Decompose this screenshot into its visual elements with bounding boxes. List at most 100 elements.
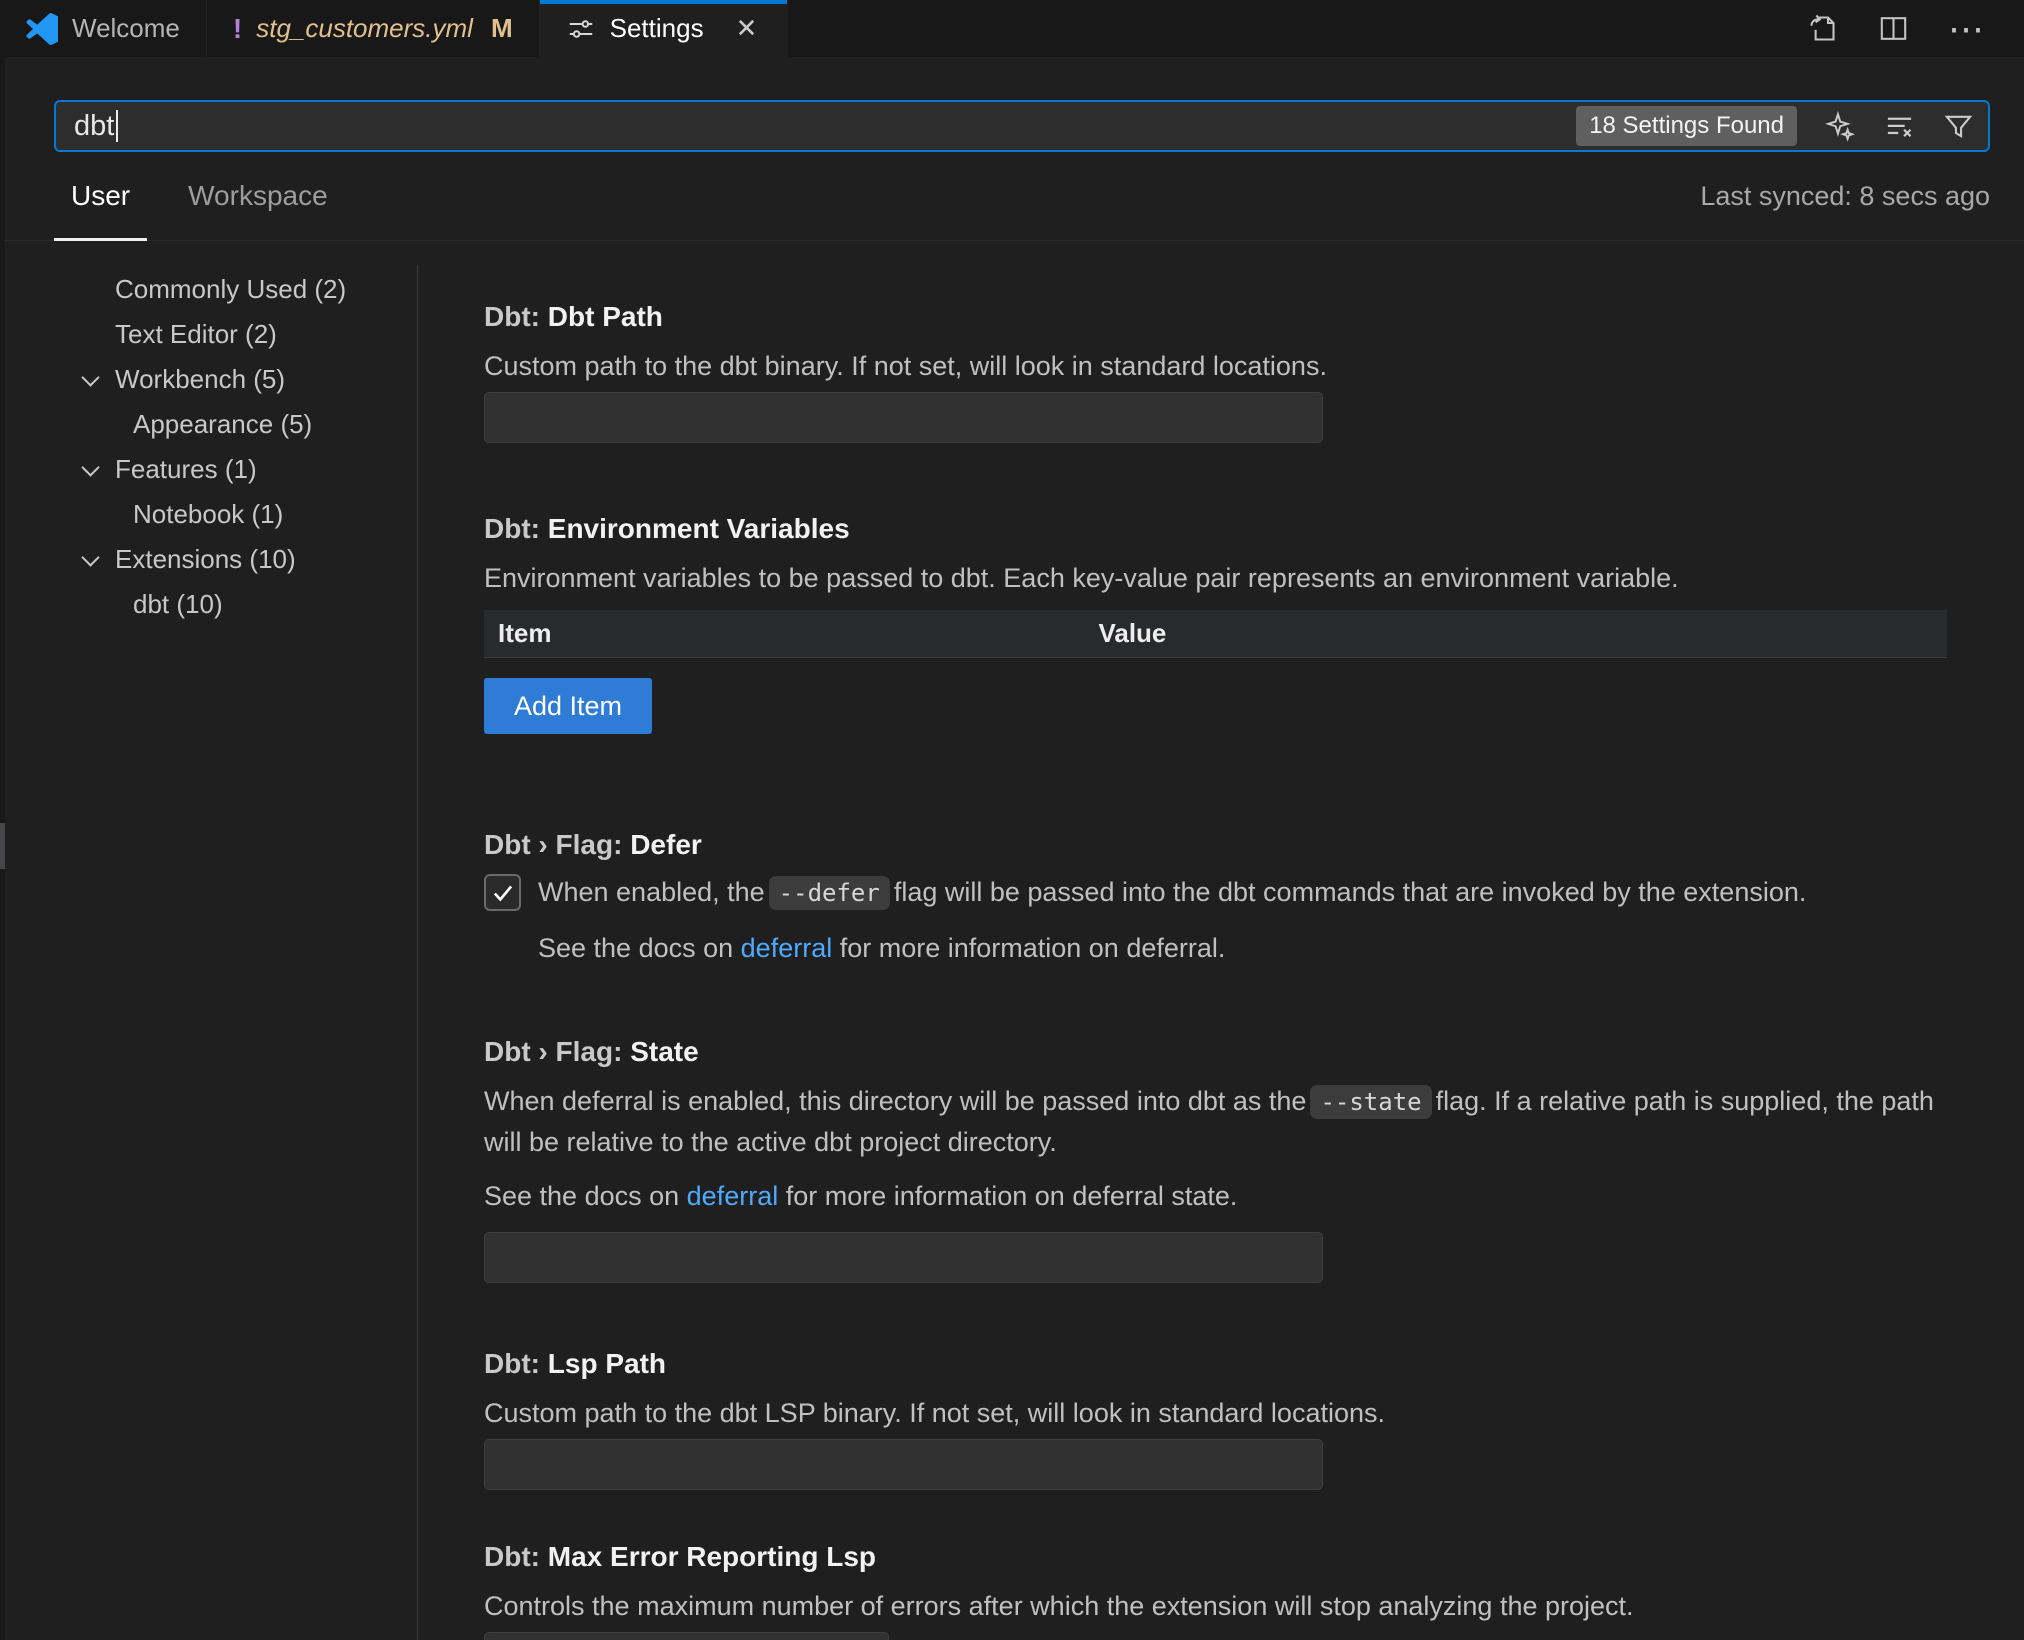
problem-indicator-icon: ! bbox=[233, 13, 242, 45]
toc-text-editor[interactable]: Text Editor (2) bbox=[0, 312, 417, 357]
toc-extensions[interactable]: Extensions (10) bbox=[0, 537, 417, 582]
toc-dbt[interactable]: dbt (10) bbox=[0, 582, 417, 627]
setting-prefix: Dbt › Flag: bbox=[484, 1036, 630, 1067]
scope-tab-workspace[interactable]: Workspace bbox=[171, 152, 345, 240]
close-tab-icon[interactable]: ✕ bbox=[732, 11, 762, 46]
ai-sparkle-icon[interactable] bbox=[1825, 111, 1856, 142]
scope-tab-user-label: User bbox=[71, 180, 130, 212]
tab-welcome[interactable]: Welcome bbox=[0, 0, 207, 57]
setting-prefix: Dbt: bbox=[484, 301, 548, 332]
setting-name: Max Error Reporting Lsp bbox=[548, 1541, 876, 1572]
setting-title: Dbt: Lsp Path bbox=[484, 1347, 1947, 1381]
setting-title: Dbt › Flag: State bbox=[484, 1035, 1947, 1069]
setting-description: When enabled, the--deferflag will be pas… bbox=[538, 872, 1806, 914]
toc-item-label: Workbench (5) bbox=[115, 364, 285, 395]
description-text: flag will be passed into the dbt command… bbox=[894, 877, 1807, 907]
setting-name: State bbox=[630, 1036, 698, 1067]
toc-item-label: Appearance (5) bbox=[133, 409, 312, 440]
open-changes-icon[interactable] bbox=[1806, 12, 1839, 45]
setting-name: Environment Variables bbox=[548, 513, 850, 544]
settings-sliders-icon bbox=[566, 14, 596, 44]
split-editor-icon[interactable] bbox=[1877, 12, 1910, 45]
code-chip: --defer bbox=[769, 876, 890, 910]
docs-text: See the docs on bbox=[538, 933, 741, 963]
tab-settings-label: Settings bbox=[610, 13, 704, 44]
setting-prefix: Dbt: bbox=[484, 1348, 548, 1379]
toc-item-label: Features (1) bbox=[115, 454, 257, 485]
flag-state-input[interactable] bbox=[484, 1232, 1323, 1283]
settings-body: Commonly Used (2) Text Editor (2) Workbe… bbox=[0, 241, 2024, 1640]
docs-text: for more information on deferral state. bbox=[778, 1181, 1237, 1211]
chevron-down-icon bbox=[81, 548, 99, 566]
settings-search-input[interactable]: dbt 18 Settings Found bbox=[54, 100, 1990, 152]
setting-flag-state: Dbt › Flag: State When deferral is enabl… bbox=[484, 1035, 1947, 1283]
toc-workbench[interactable]: Workbench (5) bbox=[0, 357, 417, 402]
chevron-down-icon bbox=[81, 458, 99, 476]
setting-prefix: Dbt: bbox=[484, 513, 548, 544]
last-synced-status: Last synced: 8 secs ago bbox=[1700, 181, 1990, 212]
docs-line: See the docs on deferral for more inform… bbox=[484, 1176, 1947, 1216]
text-caret bbox=[116, 110, 118, 142]
lsp-path-input[interactable] bbox=[484, 1439, 1323, 1490]
toc-item-label: Text Editor (2) bbox=[115, 319, 277, 350]
scope-tab-workspace-label: Workspace bbox=[188, 180, 328, 212]
env-table-header: Item Value bbox=[484, 610, 1947, 658]
tab-stg-customers[interactable]: ! stg_customers.yml M bbox=[207, 0, 540, 57]
description-text: When deferral is enabled, this directory… bbox=[484, 1086, 1306, 1116]
toc-appearance[interactable]: Appearance (5) bbox=[0, 402, 417, 447]
setting-lsp-path: Dbt: Lsp Path Custom path to the dbt LSP… bbox=[484, 1347, 1947, 1490]
toc-item-label: dbt (10) bbox=[133, 589, 223, 620]
tab-welcome-label: Welcome bbox=[72, 13, 180, 44]
dbt-path-input[interactable] bbox=[484, 392, 1323, 443]
toc-features[interactable]: Features (1) bbox=[0, 447, 417, 492]
setting-name: Defer bbox=[630, 829, 702, 860]
scrollbar-thumb[interactable] bbox=[0, 823, 5, 869]
toc-item-label: Notebook (1) bbox=[133, 499, 283, 530]
search-value: dbt bbox=[74, 110, 114, 143]
setting-description: Custom path to the dbt LSP binary. If no… bbox=[484, 1393, 1947, 1433]
setting-name: Dbt Path bbox=[548, 301, 663, 332]
clear-filters-icon[interactable] bbox=[1884, 111, 1915, 142]
column-header-item: Item bbox=[484, 618, 1098, 649]
scope-tab-user[interactable]: User bbox=[54, 152, 147, 240]
left-edge-gutter bbox=[0, 57, 5, 1640]
toc-commonly-used[interactable]: Commonly Used (2) bbox=[0, 267, 417, 312]
setting-prefix: Dbt › Flag: bbox=[484, 829, 630, 860]
defer-checkbox[interactable] bbox=[484, 874, 521, 911]
env-variables-table: Item Value bbox=[484, 610, 1947, 658]
vscode-logo-icon bbox=[26, 13, 58, 45]
add-item-button[interactable]: Add Item bbox=[484, 678, 652, 734]
setting-description: Environment variables to be passed to db… bbox=[484, 558, 1947, 598]
defer-checkbox-row: When enabled, the--deferflag will be pas… bbox=[484, 872, 1947, 914]
more-actions-icon[interactable]: ⋯ bbox=[1948, 12, 1986, 45]
tab-settings[interactable]: Settings ✕ bbox=[540, 0, 789, 57]
description-text: When enabled, the bbox=[538, 877, 765, 907]
deferral-docs-link[interactable]: deferral bbox=[687, 1181, 779, 1211]
setting-title: Dbt › Flag: Defer bbox=[484, 828, 1947, 862]
search-controls: 18 Settings Found bbox=[1576, 106, 1974, 146]
max-error-reporting-input[interactable] bbox=[484, 1632, 889, 1640]
setting-flag-defer: Dbt › Flag: Defer When enabled, the--def… bbox=[484, 828, 1947, 968]
setting-prefix: Dbt: bbox=[484, 1541, 548, 1572]
check-icon bbox=[490, 880, 516, 906]
settings-toc: Commonly Used (2) Text Editor (2) Workbe… bbox=[0, 241, 417, 1640]
setting-description: Custom path to the dbt binary. If not se… bbox=[484, 346, 1947, 386]
settings-search-row: dbt 18 Settings Found bbox=[0, 57, 2024, 152]
editor-actions: ⋯ bbox=[1806, 0, 2024, 57]
docs-text: for more information on deferral. bbox=[832, 933, 1225, 963]
setting-environment-variables: Dbt: Environment Variables Environment v… bbox=[484, 512, 1947, 734]
tab-stg-customers-label: stg_customers.yml bbox=[256, 13, 473, 44]
setting-description: Controls the maximum number of errors af… bbox=[484, 1586, 1947, 1626]
chevron-down-icon bbox=[81, 368, 99, 386]
setting-title: Dbt: Max Error Reporting Lsp bbox=[484, 1540, 1947, 1574]
deferral-docs-link[interactable]: deferral bbox=[741, 933, 833, 963]
toc-notebook[interactable]: Notebook (1) bbox=[0, 492, 417, 537]
toc-item-label: Extensions (10) bbox=[115, 544, 296, 575]
modified-badge: M bbox=[491, 13, 513, 44]
filter-funnel-icon[interactable] bbox=[1943, 111, 1974, 142]
column-header-value: Value bbox=[1098, 618, 1947, 649]
setting-max-error-reporting-lsp: Dbt: Max Error Reporting Lsp Controls th… bbox=[484, 1540, 1947, 1640]
scope-tabs-row: User Workspace Last synced: 8 secs ago bbox=[0, 152, 2024, 241]
editor-tab-bar: Welcome ! stg_customers.yml M Settings ✕… bbox=[0, 0, 2024, 57]
setting-dbt-path: Dbt: Dbt Path Custom path to the dbt bin… bbox=[484, 300, 1947, 443]
